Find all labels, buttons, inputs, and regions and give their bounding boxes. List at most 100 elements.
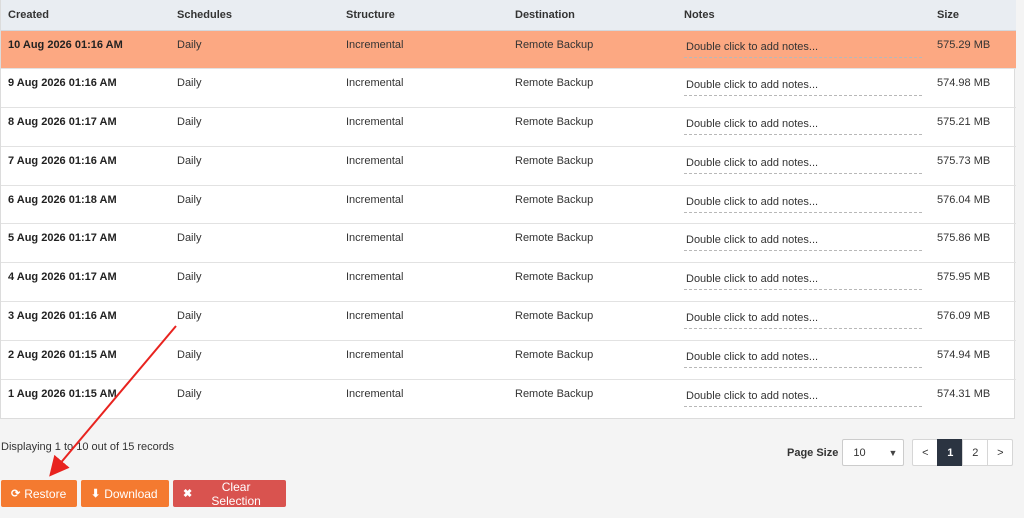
notes-editable[interactable]: Double click to add notes... [684,273,922,291]
table-row[interactable]: 10 Aug 2026 01:16 AM Daily Incremental Remo… [1,30,1016,69]
restore-button[interactable]: ⟳ Restore [1,480,77,507]
destination-cell: Remote Backup [515,348,594,361]
table-header-row: Created Schedules Structure Destination … [1,0,1016,31]
notes-cell[interactable]: Double click to add notes... [677,224,930,263]
restore-label: Restore [24,486,67,501]
notes-editable[interactable]: Double click to add notes... [684,196,922,213]
schedule-cell: Daily [177,271,202,284]
notes-editable[interactable]: Double click to add notes... [684,41,922,58]
destination-cell: Remote Backup [515,387,594,400]
size-cell: 574.94 MB [937,348,991,361]
schedule-cell: Daily [177,38,202,51]
created-cell: 1 Aug 2026 01:15 AM [8,387,117,400]
destination-cell: Remote Backup [515,38,594,51]
size-cell: 575.86 MB [937,232,991,245]
column-header-schedules[interactable]: Schedules [170,0,339,31]
schedule-cell: Daily [177,193,202,206]
download-icon: ⬇ [91,488,101,500]
created-cell: 9 Aug 2026 01:16 AM [8,77,117,90]
action-bar: ⟳ Restore ⬇ Download ✖ Clear Selection [1,479,286,508]
structure-cell: Incremental [346,310,404,323]
structure-cell: Incremental [346,116,404,129]
destination-cell: Remote Backup [515,154,594,167]
notes-editable[interactable]: Double click to add notes... [684,157,922,174]
page-size-select[interactable]: 10 ▼ [842,439,905,466]
table-row[interactable]: 2 Aug 2026 01:15 AM Daily Incremental Remot… [1,340,1016,380]
page-next-button[interactable]: > [987,439,1014,466]
column-header-structure[interactable]: Structure [339,0,508,31]
schedule-cell: Daily [177,77,202,90]
schedule-cell: Daily [177,387,202,400]
notes-editable[interactable]: Double click to add notes... [684,234,922,252]
schedule-cell: Daily [177,348,202,361]
structure-cell: Incremental [346,38,404,51]
notes-cell[interactable]: Double click to add notes... [677,146,930,185]
created-cell: 3 Aug 2026 01:16 AM [8,310,117,323]
column-header-notes[interactable]: Notes [677,0,930,31]
structure-cell: Incremental [346,387,404,400]
created-cell: 2 Aug 2026 01:15 AM [8,348,117,361]
page-prev-button[interactable]: < [912,439,939,466]
schedule-cell: Daily [177,310,202,323]
structure-cell: Incremental [346,193,404,206]
notes-editable[interactable]: Double click to add notes... [684,390,922,407]
clear-selection-label: Clear Selection [211,479,261,508]
notes-editable[interactable]: Double click to add notes... [684,79,922,97]
table-row[interactable]: 8 Aug 2026 01:17 AM Daily Incremental Remot… [1,108,1016,147]
table-body: 10 Aug 2026 01:16 AM Daily Incremental Remo… [1,30,1016,418]
structure-cell: Incremental [346,348,404,361]
created-cell: 6 Aug 2026 01:18 AM [8,193,117,206]
schedule-cell: Daily [177,116,202,129]
notes-cell[interactable]: Double click to add notes... [677,185,930,224]
column-header-destination[interactable]: Destination [508,0,677,31]
table-row[interactable]: 6 Aug 2026 01:18 AM Daily Incremental Remot… [1,185,1016,224]
download-label: Download [104,486,158,501]
column-header-size[interactable]: Size [930,0,1016,31]
records-info: Displaying 1 to 10 out of 15 records [1,441,175,453]
size-cell: 576.09 MB [937,310,991,323]
size-cell: 575.29 MB [937,38,991,51]
column-header-created[interactable]: Created [1,0,170,31]
notes-cell[interactable]: Double click to add notes... [677,30,930,69]
notes-cell[interactable]: Double click to add notes... [677,263,930,302]
created-cell: 4 Aug 2026 01:17 AM [8,271,117,284]
destination-cell: Remote Backup [515,310,594,323]
table-row[interactable]: 3 Aug 2026 01:16 AM Daily Incremental Remot… [1,302,1016,341]
structure-cell: Incremental [346,154,404,167]
created-cell: 5 Aug 2026 01:17 AM [8,232,117,245]
notes-cell[interactable]: Double click to add notes... [677,69,930,108]
refresh-icon: ⟳ [11,488,21,500]
structure-cell: Incremental [346,271,404,284]
destination-cell: Remote Backup [515,116,594,129]
notes-cell[interactable]: Double click to add notes... [677,379,930,418]
notes-editable[interactable]: Double click to add notes... [684,351,922,368]
table-row[interactable]: 4 Aug 2026 01:17 AM Daily Incremental Remot… [1,263,1016,302]
page-size-label: Page Size [787,446,839,459]
table-row[interactable]: 5 Aug 2026 01:17 AM Daily Incremental Remot… [1,224,1016,263]
notes-cell[interactable]: Double click to add notes... [677,108,930,147]
page-1-button[interactable]: 1 [937,439,964,466]
page-2-button[interactable]: 2 [962,439,989,466]
page-size-value: 10 [853,446,866,459]
structure-cell: Incremental [346,232,404,245]
notes-editable[interactable]: Double click to add notes... [684,312,922,330]
size-cell: 574.31 MB [937,387,991,400]
notes-cell[interactable]: Double click to add notes... [677,302,930,341]
destination-cell: Remote Backup [515,271,594,284]
size-cell: 575.95 MB [937,271,991,284]
table-row[interactable]: 7 Aug 2026 01:16 AM Daily Incremental Remot… [1,146,1016,186]
table-row[interactable]: 9 Aug 2026 01:16 AM Daily Incremental Remot… [1,69,1016,108]
pagination: Page Size 10 ▼ < 1 2 > [787,439,1014,466]
schedule-cell: Daily [177,154,202,167]
destination-cell: Remote Backup [515,232,594,245]
size-cell: 575.73 MB [937,154,991,167]
chevron-down-icon: ▼ [888,447,898,458]
clear-selection-button[interactable]: ✖ Clear Selection [173,479,286,508]
created-cell: 8 Aug 2026 01:17 AM [8,116,117,129]
close-icon: ✖ [183,488,193,500]
table-row[interactable]: 1 Aug 2026 01:15 AM Daily Incremental Remot… [1,379,1016,418]
size-cell: 574.98 MB [937,77,991,90]
notes-editable[interactable]: Double click to add notes... [684,118,922,136]
notes-cell[interactable]: Double click to add notes... [677,340,930,379]
download-button[interactable]: ⬇ Download [81,480,169,507]
